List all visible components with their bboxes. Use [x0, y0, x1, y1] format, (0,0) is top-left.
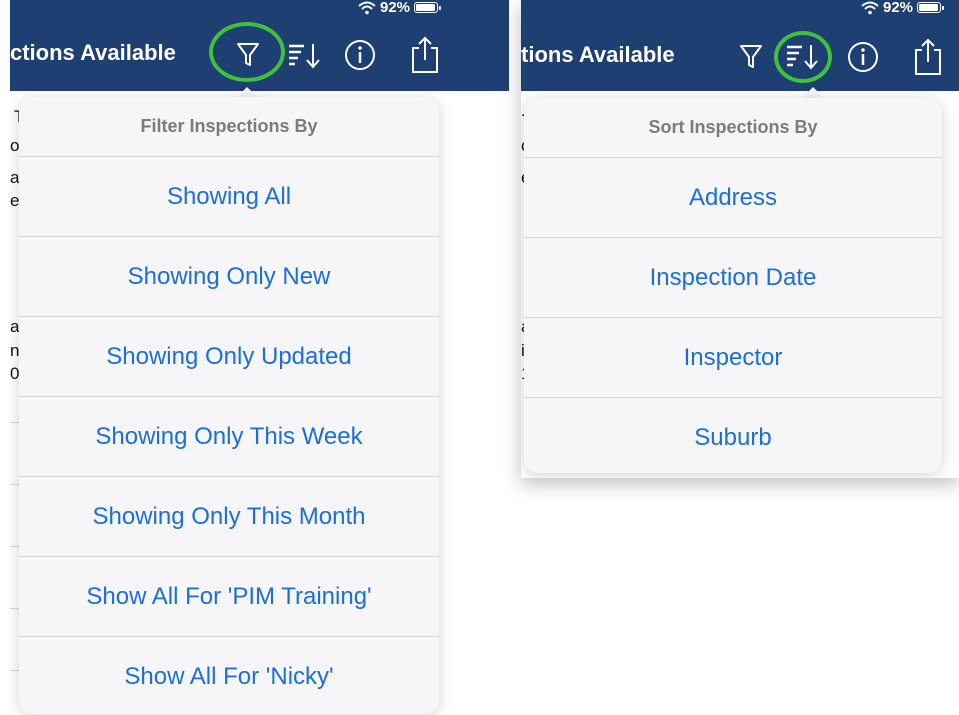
navigation-bar: tions Available	[521, 18, 959, 91]
popover-arrow	[802, 87, 824, 98]
filter-option-only-updated[interactable]: Showing Only Updated	[19, 317, 439, 397]
filter-icon[interactable]	[236, 42, 260, 68]
battery-percent: 92%	[883, 0, 914, 16]
battery-percent: 92%	[380, 0, 411, 16]
filter-option-this-week[interactable]: Showing Only This Week	[19, 397, 439, 477]
status-bar: 92%	[521, 0, 959, 18]
navigation-bar: ctions Available	[10, 18, 509, 91]
page-title: ctions Available	[10, 40, 176, 65]
filter-option-nicky[interactable]: Show All For 'Nicky'	[19, 637, 439, 714]
info-icon[interactable]	[344, 39, 376, 71]
sort-option-inspection-date[interactable]: Inspection Date	[524, 238, 942, 318]
info-icon[interactable]	[847, 41, 879, 73]
filter-icon[interactable]	[739, 44, 763, 70]
sort-icon[interactable]	[288, 42, 322, 70]
sort-option-address[interactable]: Address	[524, 158, 942, 238]
share-icon[interactable]	[410, 36, 440, 74]
filter-popover: Filter Inspections By Showing All Showin…	[19, 97, 439, 714]
page-title: tions Available	[521, 42, 675, 67]
right-screen: 92% tions Available . o	[521, 0, 959, 478]
filter-option-only-new[interactable]: Showing Only New	[19, 237, 439, 317]
sort-icon[interactable]	[786, 43, 820, 71]
wifi-icon	[358, 1, 376, 14]
battery-icon	[917, 2, 945, 13]
sort-popover: Sort Inspections By Address Inspection D…	[524, 98, 942, 473]
status-indicators: 92%	[861, 0, 945, 16]
popover-header: Sort Inspections By	[524, 98, 942, 158]
wifi-icon	[861, 1, 879, 14]
filter-option-showing-all[interactable]: Showing All	[19, 157, 439, 237]
left-screen: 92% ctions Available T o	[10, 0, 509, 715]
share-icon[interactable]	[913, 38, 943, 76]
filter-option-pim-training[interactable]: Show All For 'PIM Training'	[19, 557, 439, 637]
battery-icon	[414, 2, 442, 13]
filter-option-this-month[interactable]: Showing Only This Month	[19, 477, 439, 557]
status-indicators: 92%	[358, 0, 442, 16]
status-bar: 92%	[10, 0, 509, 18]
sort-option-inspector[interactable]: Inspector	[524, 318, 942, 398]
middle-gutter	[509, 0, 521, 715]
left-gutter	[0, 0, 10, 715]
sort-option-suburb[interactable]: Suburb	[524, 398, 942, 473]
popover-header: Filter Inspections By	[19, 97, 439, 157]
